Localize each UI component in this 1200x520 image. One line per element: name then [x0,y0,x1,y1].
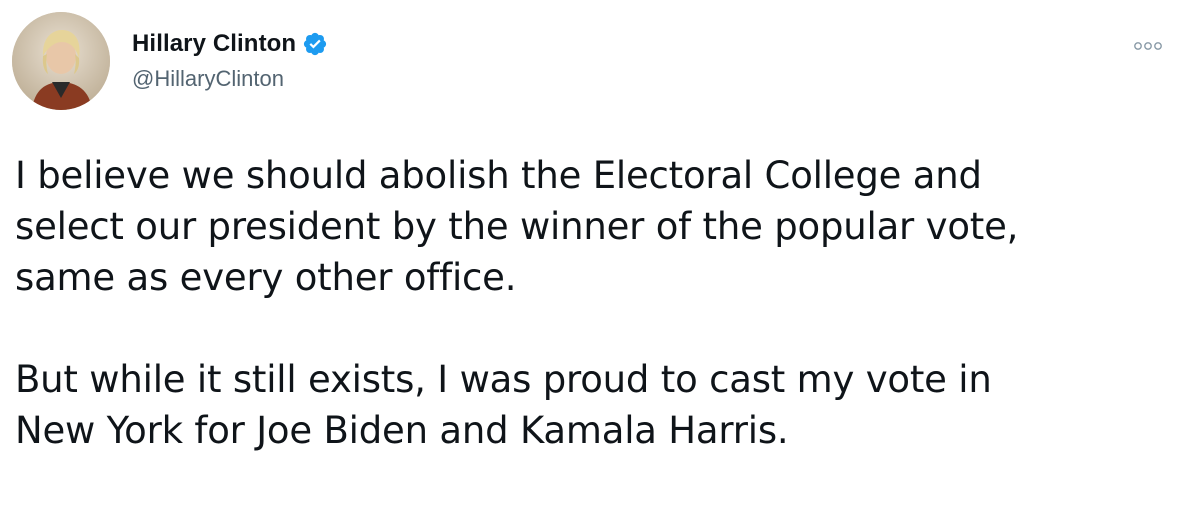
display-name[interactable]: Hillary Clinton [132,30,296,58]
tweet-text-line: same as every other office. [15,256,517,299]
tweet-text-line: I believe we should abolish the Electora… [15,154,982,197]
tweet-text-line: select our president by the winner of th… [15,205,1019,248]
tweet-paragraph: But while it still exists, I was proud t… [15,354,1185,456]
tweet-text-line: But while it still exists, I was proud t… [15,358,992,401]
tweet-header: Hillary Clinton @HillaryClinton [12,12,1188,112]
tweet-paragraph: I believe we should abolish the Electora… [15,150,1185,303]
avatar[interactable] [12,12,110,110]
profile-photo [12,12,110,110]
user-info: Hillary Clinton @HillaryClinton [132,28,328,92]
name-row: Hillary Clinton [132,28,328,60]
more-options-icon[interactable] [1128,34,1168,58]
user-handle[interactable]: @HillaryClinton [132,66,328,92]
tweet-text-line: New York for Joe Biden and Kamala Harris… [15,409,789,452]
tweet-text: I believe we should abolish the Electora… [15,150,1185,456]
verified-badge-icon [302,31,328,57]
tweet-card: Hillary Clinton @HillaryClinton I believ… [0,0,1200,520]
